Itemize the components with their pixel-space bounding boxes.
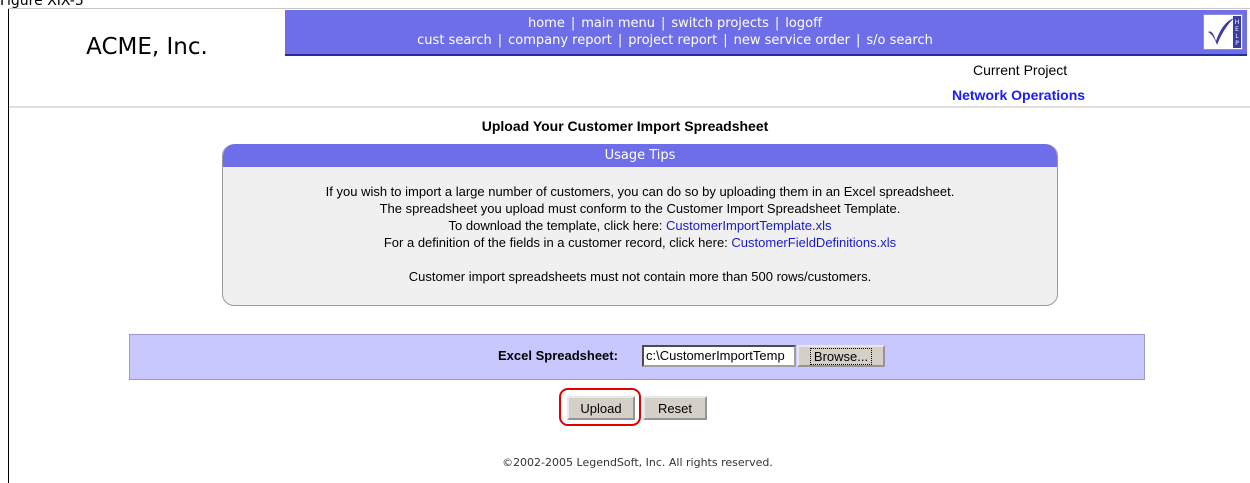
page-title: Upload Your Customer Import Spreadsheet [481,118,769,134]
nav-switch-projects-link[interactable]: switch projects [671,16,769,31]
tips-line-row-limit: Customer import spreadsheets must not co… [408,269,872,284]
nav-so-search-link[interactable]: s/o search [866,33,932,48]
help-check-icon: HELP [1208,16,1241,48]
nav-separator: | [660,16,666,31]
nav-project-report-link[interactable]: project report [628,33,717,48]
tips-line-intro: If you wish to import a large number of … [325,184,955,199]
company-logo-text: ACME, Inc. [86,34,208,60]
help-icon[interactable]: HELP [1203,14,1243,50]
nav-home-link[interactable]: home [528,16,565,31]
spreadsheet-file-input[interactable]: c:\CustomerImportTemp [642,345,796,367]
nav-separator: | [570,16,576,31]
nav-separator: | [723,33,728,48]
top-nav-bar: home | main menu | switch projects | logoff cu… [285,10,1247,56]
nav-row-primary: home | main menu | switch projects | logoff [285,16,1065,31]
nav-separator: | [774,16,780,31]
nav-separator: | [617,33,623,48]
upload-form-bar: Excel Spreadsheet: c:\CustomerImportTemp… [129,334,1145,380]
usage-tips-panel: Usage Tips If you wish to import a large… [222,144,1058,306]
copyright-footer: ©2002-2005 LegendSoft, Inc. All rights r… [502,456,773,469]
tips-spacer [223,251,1057,268]
tips-line-download-template: To download the template, click here: Cu… [223,217,1057,234]
current-project-label: Current Project [973,62,1068,78]
nav-row-secondary: cust search | company report | project repor… [285,33,1065,48]
nav-new-service-order-link[interactable]: new service order [734,33,850,48]
upload-button[interactable]: Upload [567,396,635,420]
usage-tips-body: If you wish to import a large number of … [223,167,1057,285]
browse-button[interactable]: Browse... [797,345,885,367]
field-definitions-text: For a definition of the fields in a cust… [383,235,732,250]
nav-separator: | [497,33,503,48]
usage-tips-header: Usage Tips [223,144,1057,167]
browse-button-label: Browse... [809,347,873,365]
nav-logoff-link[interactable]: logoff [785,16,822,31]
tips-line-field-definitions: For a definition of the fields in a cust… [223,234,1057,251]
help-label: HELP [1235,19,1240,47]
nav-separator: | [856,33,861,48]
current-project-link[interactable]: Network Operations [952,87,1085,103]
nav-cust-search-link[interactable]: cust search [417,33,492,48]
excel-spreadsheet-label: Excel Spreadsheet: [498,348,618,363]
field-definitions-link[interactable]: CustomerFieldDefinitions.xls [731,235,896,250]
tips-line-template-rule: The spreadsheet you upload must conform … [379,201,901,216]
template-download-link[interactable]: CustomerImportTemplate.xls [666,218,831,233]
download-template-text: To download the template, click here: [448,218,667,233]
nav-main-menu-link[interactable]: main menu [581,16,655,31]
reset-button[interactable]: Reset [643,396,707,420]
logo-area: ACME, Inc. [9,9,285,105]
header-divider [9,106,1250,108]
nav-company-report-link[interactable]: company report [508,33,612,48]
